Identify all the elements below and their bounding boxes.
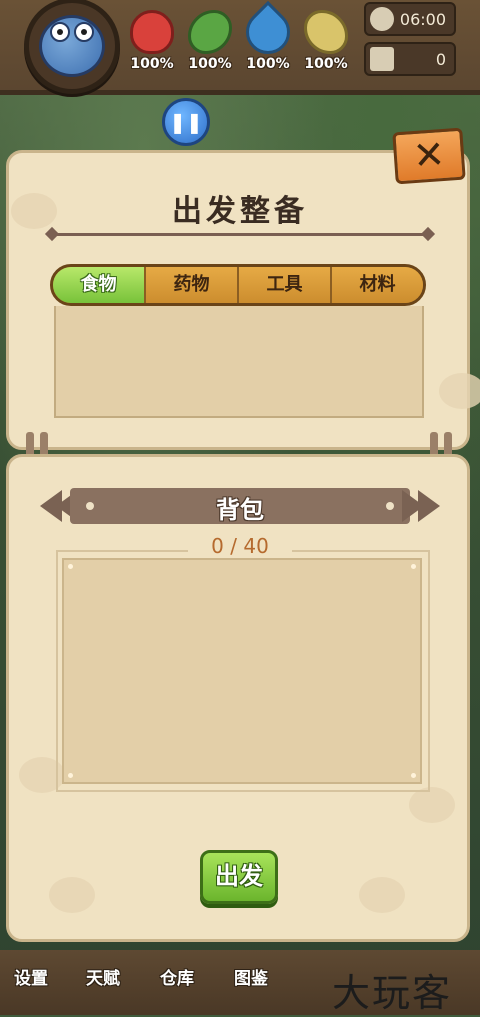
clock-icon [370, 7, 394, 31]
nav-settings[interactable]: 设置 [6, 964, 56, 989]
backpack-slots-area[interactable] [62, 558, 422, 784]
title-divider [52, 233, 428, 236]
ghost-decoration-icon [409, 787, 455, 823]
avatar-eye-left [50, 22, 70, 42]
day-value: 0 [435, 50, 446, 69]
item-list-area[interactable] [54, 306, 424, 418]
ghost-decoration-icon [359, 877, 405, 913]
thirst-value: 100% [246, 56, 290, 72]
corner-dot [411, 773, 416, 778]
muscle-arm-icon [304, 10, 348, 54]
category-tabs: 食物 药物 工具 材料 [50, 264, 426, 306]
corner-dot [411, 564, 416, 569]
water-drop-icon [236, 0, 300, 64]
corner-dot [68, 564, 73, 569]
panel-title: 出发整备 [172, 194, 308, 229]
health-value: 100% [130, 56, 174, 72]
pause-button[interactable]: ❚❚ [162, 98, 210, 146]
corner-dot [68, 773, 73, 778]
clock-display: 06:00 [364, 2, 456, 36]
hunger-value: 100% [188, 56, 232, 72]
pause-icon: ❚❚ [169, 110, 203, 134]
thirst-stat: 100% [236, 0, 300, 74]
nav-codex[interactable]: 图鉴 [226, 964, 276, 989]
time-value: 06:00 [399, 10, 446, 29]
tab-food[interactable]: 食物 [53, 267, 146, 303]
calendar-icon [370, 47, 394, 71]
nav-warehouse[interactable]: 仓库 [152, 964, 202, 989]
strength-value: 100% [304, 56, 348, 72]
close-icon: ✕ [411, 131, 447, 179]
ghost-decoration-icon [439, 373, 480, 409]
ghost-decoration-icon [49, 877, 95, 913]
avatar-eye-right [74, 22, 94, 42]
hunger-stat: 100% [182, 8, 238, 74]
health-stat: 100% [124, 8, 180, 74]
nav-talent[interactable]: 天赋 [78, 964, 128, 989]
frog-avatar-icon [39, 15, 105, 77]
day-counter: 0 [364, 42, 456, 76]
player-avatar-frame[interactable] [24, 0, 120, 94]
backpack-capacity: 0 / 40 [188, 534, 292, 560]
heart-icon [130, 10, 174, 54]
tab-tools[interactable]: 工具 [239, 267, 332, 303]
watermark-logo: 大玩客 [332, 971, 453, 1015]
backpack-title: 背包 [216, 496, 264, 524]
stomach-icon [188, 10, 232, 54]
tab-materials[interactable]: 材料 [332, 267, 423, 303]
depart-button[interactable]: 出发 [200, 850, 278, 904]
close-button[interactable]: ✕ [392, 127, 466, 185]
strength-stat: 100% [298, 8, 354, 74]
tab-medicine[interactable]: 药物 [146, 267, 239, 303]
